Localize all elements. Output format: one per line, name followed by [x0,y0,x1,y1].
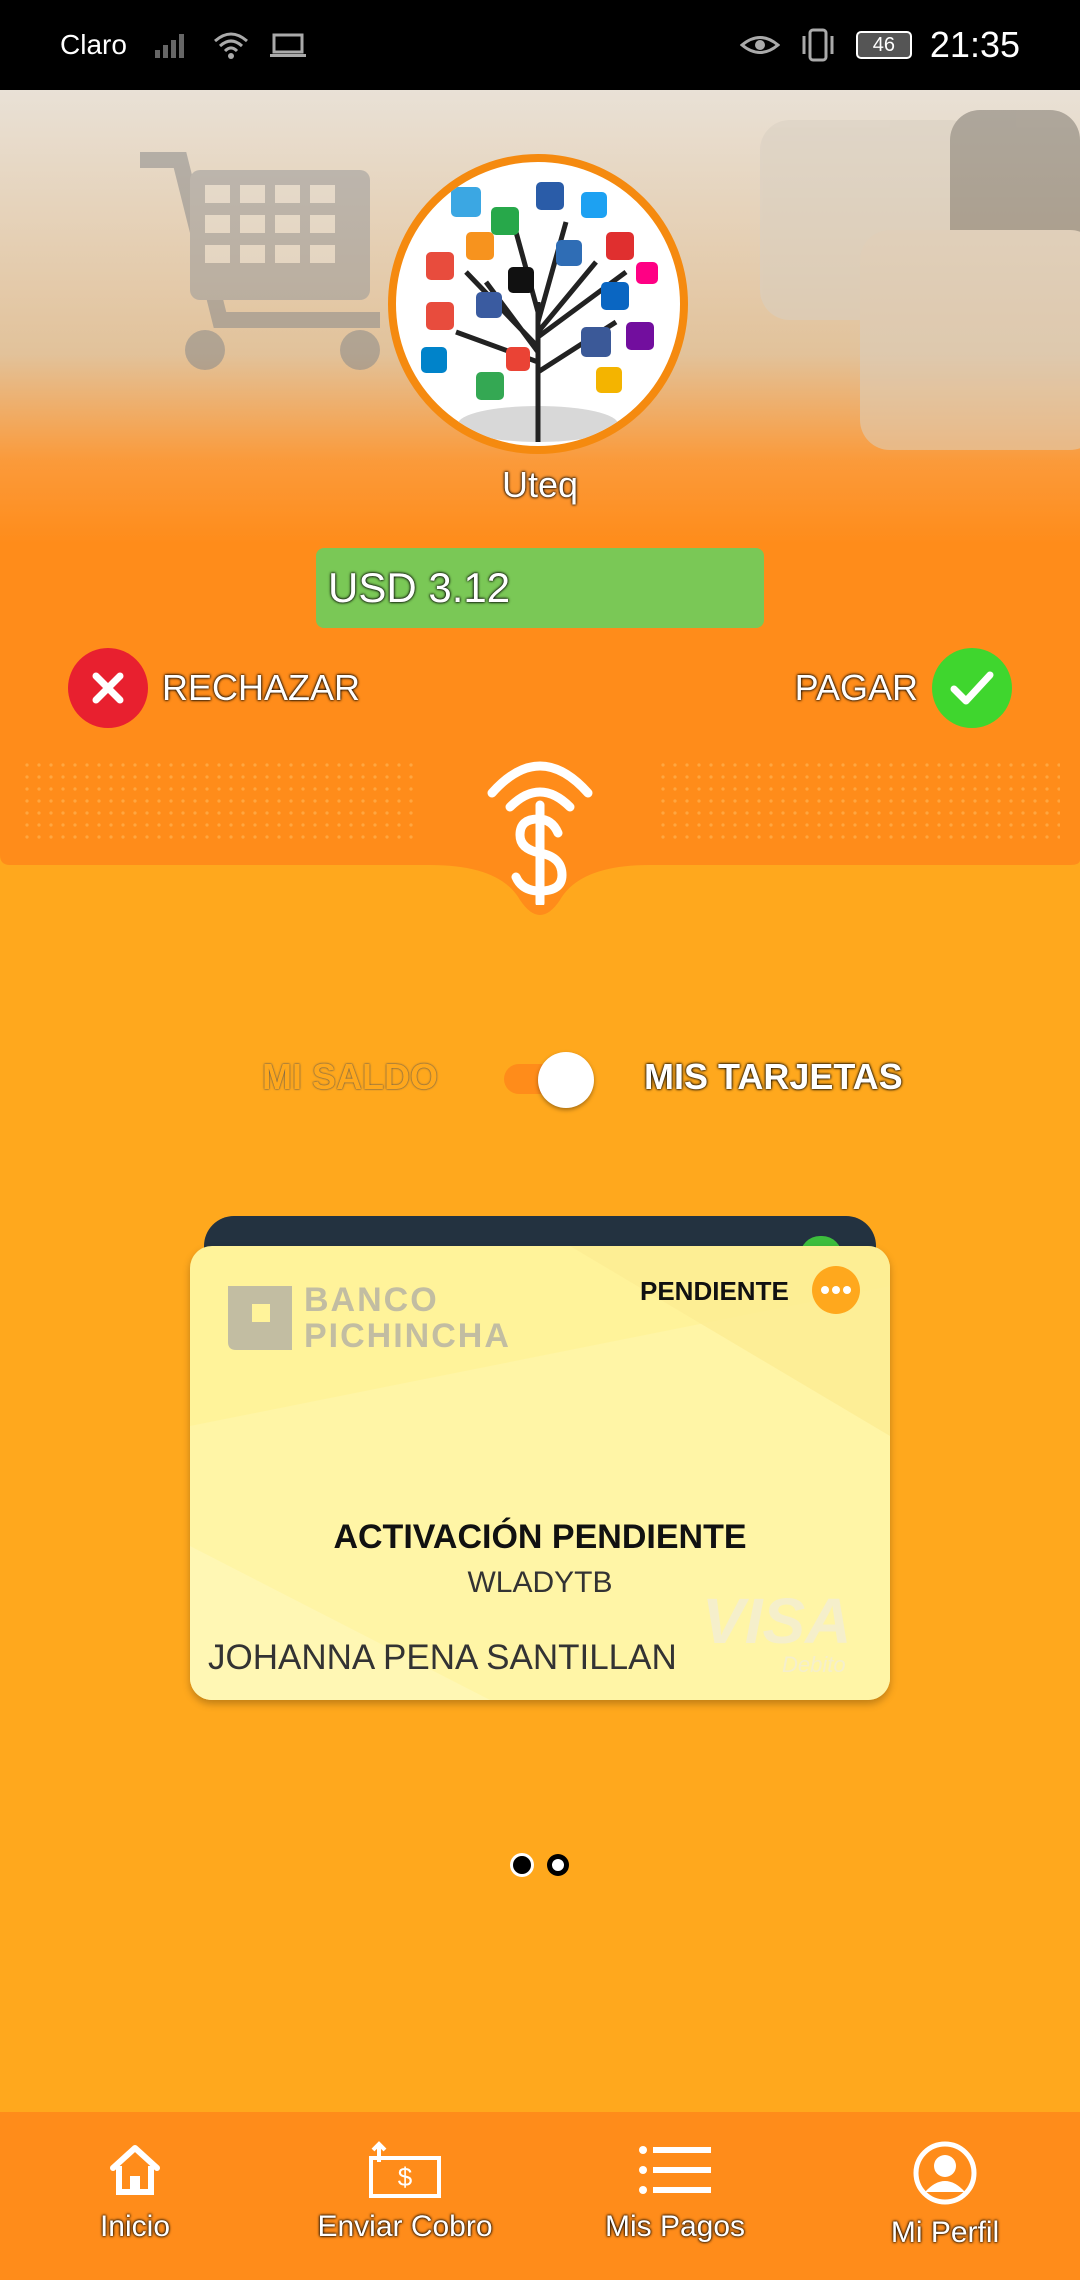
reject-label: RECHAZAR [162,667,361,708]
card-status-badge: PENDIENTE [640,1276,789,1306]
nav-label-mis-pagos: Mis Pagos [604,2210,746,2243]
nav-label-enviar-cobro: Enviar Cobro [317,2210,493,2243]
page-indicator [0,1856,1080,1874]
wifi-icon [213,32,248,59]
card-title: ACTIVACIÓN PENDIENTE [333,1518,747,1556]
contactless-dollar-icon [487,761,593,905]
carrier-name: Claro [60,29,127,60]
bank-name-line1: BANCO [304,1281,439,1319]
switch-knob [538,1052,594,1108]
signal-icon [154,34,184,58]
home-icon [110,2145,160,2195]
bottom-navigation: Inicio $ Enviar Cobro Mis Pagos Mi Perfi… [0,2112,1080,2280]
payment-header: Uteq USD 3.12 RECHAZAR PAGAR [0,90,1080,950]
page-dot-2[interactable] [549,1856,567,1874]
vibrate-icon [802,28,834,62]
balance-card-toggle-row: MI SALDO MIS TARJETAS [0,1042,1080,1112]
more-horizontal-icon [821,1286,851,1294]
social-tree-logo [421,182,658,442]
laptop-icon [269,33,306,57]
amount-display: USD 3.12 [316,548,764,628]
nav-item-mis-pagos[interactable]: Mis Pagos [540,2112,810,2280]
bank-logo: BANCO PICHINCHA [228,1282,511,1354]
bank-emblem-icon [228,1286,292,1350]
toggle-label-mi-saldo[interactable]: MI SALDO [262,1056,438,1098]
bank-name-line2: PICHINCHA [304,1317,511,1355]
merchant-avatar [388,154,688,454]
battery-indicator: 46 [855,31,912,59]
close-icon [68,648,148,728]
reject-button[interactable]: RECHAZAR [68,648,360,728]
pay-button[interactable]: PAGAR [795,648,1012,728]
svg-text:$: $ [398,2162,413,2192]
visa-debit-label: Debito [782,1652,846,1677]
bank-card[interactable]: BANCO PICHINCHA PENDIENTE ACTIVACIÓN PEN… [190,1246,890,1700]
status-bar: Claro 46 21:35 [0,0,1080,90]
list-icon [639,2146,711,2194]
balance-card-switch[interactable] [500,1052,596,1108]
nav-label-mi-perfil: Mi Perfil [890,2216,1000,2249]
send-money-icon: $ [369,2141,441,2198]
card-holder-name: JOHANNA PENA SANTILLAN [208,1638,677,1677]
eye-icon [739,36,780,54]
merchant-name: Uteq [501,464,579,505]
nav-item-mi-perfil[interactable]: Mi Perfil [810,2112,1080,2280]
nav-label-inicio: Inicio [99,2210,171,2243]
visa-logo: VISA [702,1585,852,1657]
nav-item-enviar-cobro[interactable]: $ Enviar Cobro [270,2112,540,2280]
page-dot-1[interactable] [513,1856,531,1874]
nav-item-inicio[interactable]: Inicio [0,2112,270,2280]
profile-icon [913,2141,977,2205]
more-options-button[interactable] [812,1266,860,1314]
toggle-label-mis-tarjetas[interactable]: MIS TARJETAS [644,1056,903,1098]
pay-label: PAGAR [794,667,918,708]
checkmark-icon [932,648,1012,728]
clock: 21:35 [929,24,1020,65]
